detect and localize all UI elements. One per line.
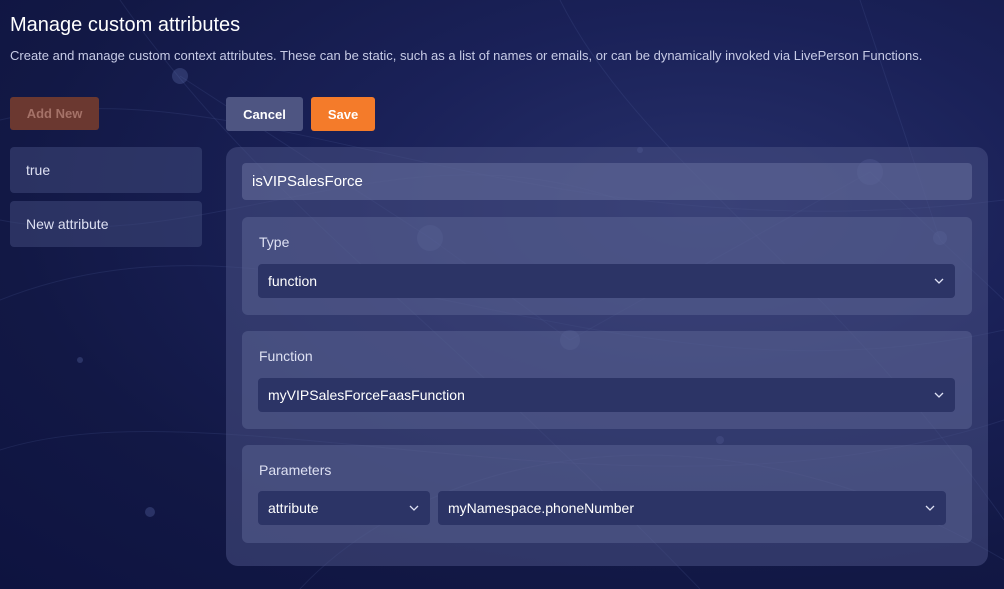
chevron-down-icon: [933, 389, 945, 401]
chevron-down-icon: [924, 502, 936, 514]
page-subtitle: Create and manage custom context attribu…: [10, 48, 923, 63]
parameter-source-value: attribute: [268, 500, 319, 516]
attribute-editor-panel: isVIPSalesForce Type function Function m…: [226, 147, 988, 566]
function-select-value: myVIPSalesForceFaasFunction: [268, 387, 465, 403]
chevron-down-icon: [933, 275, 945, 287]
parameters-section: Parameters attribute myNamespace.phoneNu…: [242, 445, 972, 543]
add-new-button[interactable]: Add New: [10, 97, 99, 130]
type-section: Type function: [242, 217, 972, 315]
parameters-label: Parameters: [259, 462, 332, 478]
function-select[interactable]: myVIPSalesForceFaasFunction: [258, 378, 955, 412]
page-title: Manage custom attributes: [10, 14, 241, 36]
save-button[interactable]: Save: [311, 97, 375, 131]
attribute-name-input[interactable]: isVIPSalesForce: [242, 163, 972, 200]
type-select-value: function: [268, 273, 318, 289]
parameter-source-select[interactable]: attribute: [258, 491, 430, 525]
attribute-list-item[interactable]: New attribute: [10, 201, 202, 247]
type-label: Type: [259, 234, 290, 250]
chevron-down-icon: [408, 502, 420, 514]
parameter-value-select[interactable]: myNamespace.phoneNumber: [438, 491, 946, 525]
cancel-button[interactable]: Cancel: [226, 97, 303, 131]
parameter-value-value: myNamespace.phoneNumber: [448, 500, 634, 516]
attribute-list-item[interactable]: true: [10, 147, 202, 193]
function-label: Function: [259, 348, 313, 364]
function-section: Function myVIPSalesForceFaasFunction: [242, 331, 972, 429]
type-select[interactable]: function: [258, 264, 955, 298]
